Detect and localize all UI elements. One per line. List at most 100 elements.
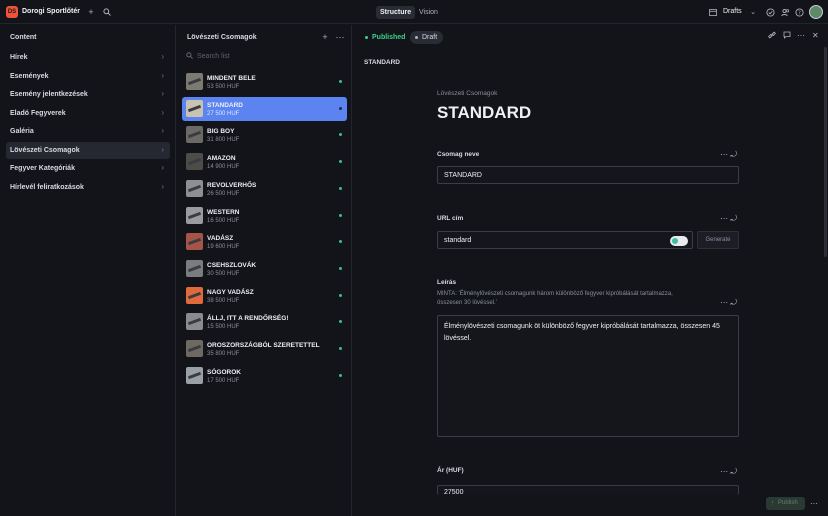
list-item[interactable]: NAGY VADÁSZ 38 500 HUF (182, 284, 347, 308)
sidebar-item-label: Hírek (10, 54, 28, 61)
document-thumbnail (186, 73, 203, 90)
workspace-label: Drafts (723, 8, 742, 15)
close-icon[interactable]: ✕ (812, 31, 819, 40)
document-thumbnail (186, 286, 203, 304)
grammar-toggle[interactable] (670, 236, 688, 246)
sidebar-item[interactable]: Események › (6, 68, 170, 85)
sidebar-item-label: Esemény jelentkezések (10, 91, 88, 98)
document-price: 16 500 HUF (207, 217, 240, 224)
sidebar-item[interactable]: Fegyver Kategóriák › (6, 160, 170, 177)
app-title[interactable]: Dorogi Sportlőtér (22, 8, 80, 15)
tool-structure[interactable]: Structure (376, 6, 416, 19)
sidebar-item[interactable]: Hírlevél feliratkozások › (6, 179, 170, 196)
breadcrumb: Lövészeti Csomagok (437, 90, 498, 97)
field-label-description: Leírás (437, 279, 457, 286)
document-title: WESTERN (207, 208, 240, 216)
sidebar-item[interactable]: Galéria › (6, 123, 170, 140)
document-thumbnail (186, 99, 203, 117)
price-field[interactable]: 27500 (437, 485, 739, 495)
document-title: SÓGOROK (207, 368, 241, 376)
name-field[interactable]: STANDARD (437, 166, 739, 184)
more-icon[interactable]: ⋯ (334, 31, 346, 43)
list-item[interactable]: WESTERN 16 500 HUF (182, 204, 347, 228)
more-icon[interactable]: ⋯ (810, 499, 818, 508)
published-status-dot (339, 240, 342, 244)
document-title: BIG BOY (207, 128, 235, 136)
pane-title-content: Content (10, 34, 37, 41)
document-title: STANDARD (207, 101, 243, 109)
field-actions-name[interactable]: ⋯ ⤾ (720, 150, 737, 160)
document-price: 30 500 HUF (207, 270, 240, 277)
document-thumbnail (186, 366, 203, 384)
field-actions-slug[interactable]: ⋯ ⤾ (720, 214, 737, 224)
scrollbar[interactable] (824, 47, 827, 257)
list-item[interactable]: ÁLLJ, ITT A RENDŐRSÉG! 15 500 HUF (182, 310, 347, 334)
users-icon[interactable] (779, 6, 791, 18)
description-field[interactable]: Élménylövészeti csomagunk öt különböző f… (437, 315, 739, 437)
app-logo[interactable]: DS (6, 6, 18, 18)
sidebar-item-label: Események (10, 72, 49, 80)
document-title: REVOLVERHŐS (207, 181, 257, 189)
publish-button[interactable]: Publish (766, 497, 805, 510)
history-icon[interactable]: ⤾ (730, 298, 737, 307)
list-item[interactable]: MINDENT BELE 53 500 HUF (182, 70, 347, 94)
help-icon[interactable]: ? (793, 6, 805, 18)
sidebar-item[interactable]: Esemény jelentkezések › (6, 86, 170, 103)
list-item[interactable]: AMAZON 14 900 HUF (182, 150, 347, 174)
status-published-tab[interactable]: Published (361, 31, 410, 44)
pane-title-list: Lövészeti Csomagok (187, 34, 257, 41)
list-item[interactable]: SÓGOROK 17 500 HUF (182, 364, 347, 388)
history-icon[interactable]: ⤾ (730, 150, 737, 159)
document-price: 17 500 HUF (207, 377, 240, 384)
document-title: NAGY VADÁSZ (207, 288, 254, 296)
sidebar-item-label: Lövészeti Csomagok (10, 146, 80, 154)
more-icon[interactable]: ⋯ (797, 31, 805, 40)
list-item[interactable]: REVOLVERHŐS 26 500 HUF (182, 177, 347, 201)
link-icon[interactable] (768, 31, 776, 41)
published-status-dot (339, 106, 342, 110)
name-field-value: STANDARD (444, 172, 482, 179)
list-item[interactable]: OROSZORSZÁGBÓL SZERETETTEL 35 800 HUF (182, 337, 347, 361)
content-pane: Content Hírek › Események › Esemény jelentke… (0, 25, 176, 516)
list-item[interactable]: CSEHSZLOVÁK 30 500 HUF (182, 257, 347, 281)
list-item[interactable]: VADÁSZ 19 600 HUF (182, 230, 347, 254)
sidebar-item[interactable]: Eladó Fegyverek › (6, 105, 170, 122)
status-draft-tab[interactable]: Draft (410, 31, 444, 44)
field-actions-price[interactable]: ⋯ ⤾ (720, 467, 737, 477)
avatar[interactable] (809, 5, 823, 19)
plus-icon[interactable]: + (85, 6, 97, 18)
check-circle-icon[interactable] (764, 6, 776, 18)
history-icon[interactable]: ⤾ (730, 214, 737, 223)
workspace-switcher[interactable]: Drafts ⌄ (703, 5, 761, 19)
sidebar-item-label: Hírlevél feliratkozások (10, 183, 84, 191)
published-status-dot (339, 347, 342, 350)
tool-vision[interactable]: Vision (415, 6, 442, 19)
generate-button[interactable]: Generate (697, 231, 739, 249)
published-status-dot (339, 80, 342, 83)
chevron-right-icon: › (161, 107, 164, 117)
sidebar-item[interactable]: Lövészeti Csomagok › (6, 141, 170, 159)
history-icon[interactable]: ⤾ (730, 467, 737, 476)
chevron-right-icon: › (161, 70, 164, 80)
list-item[interactable]: BIG BOY 31 800 HUF (182, 123, 347, 147)
search-input[interactable]: Search list (197, 53, 230, 60)
chevron-right-icon: › (161, 181, 164, 191)
plus-icon[interactable]: + (319, 31, 331, 43)
document-thumbnail (186, 153, 203, 171)
document-thumbnail (186, 126, 203, 144)
field-actions-description[interactable]: ⋯ ⤾ (720, 298, 737, 308)
comment-icon[interactable] (783, 31, 791, 41)
published-status-dot (339, 213, 342, 217)
slug-field[interactable]: standard (437, 231, 693, 249)
chevron-right-icon: › (161, 144, 164, 154)
document-price: 14 900 HUF (207, 164, 240, 171)
search-icon[interactable] (101, 6, 113, 18)
published-status-dot (339, 266, 342, 270)
chevron-right-icon: › (161, 89, 164, 98)
price-field-value: 27500 (444, 489, 464, 495)
list-item[interactable]: STANDARD 27 500 HUF (182, 96, 347, 121)
svg-text:?: ? (798, 10, 801, 16)
document-title: CSEHSZLOVÁK (207, 261, 257, 269)
sidebar-item[interactable]: Hírek › (6, 49, 170, 66)
field-hint-description: MINTA: 'Élménylövészeti csomagunk három … (437, 291, 673, 306)
